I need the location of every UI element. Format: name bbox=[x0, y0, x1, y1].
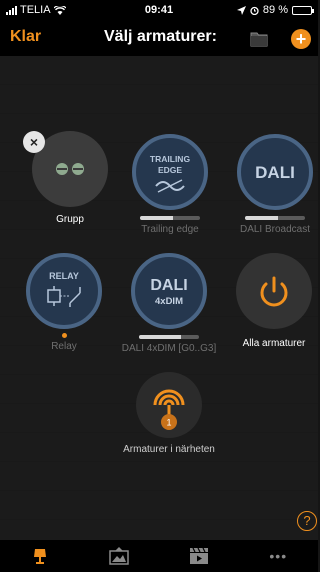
add-button[interactable]: + bbox=[291, 29, 311, 49]
tile-dali-4xdim-label: DALI 4xDIM [G0..G3] bbox=[121, 343, 217, 354]
tile-alla-armaturer-label: Alla armaturer bbox=[242, 338, 306, 349]
nearby-count: 1 bbox=[166, 418, 171, 428]
dali-icon: DALI bbox=[255, 163, 295, 182]
dali-broadcast-level-bar[interactable] bbox=[245, 216, 305, 220]
trailing-edge-icon-text-1: TRAILING bbox=[150, 154, 191, 164]
lamp-icon bbox=[33, 549, 46, 564]
trailing-edge-circle: TRAILING EDGE bbox=[132, 134, 208, 210]
clapperboard-icon bbox=[189, 547, 208, 564]
power-icon bbox=[260, 276, 288, 307]
close-icon[interactable]: × bbox=[23, 131, 45, 153]
done-button[interactable]: Klar bbox=[10, 28, 41, 46]
tile-trailing-edge-label: Trailing edge bbox=[141, 224, 199, 235]
tile-dali-broadcast[interactable]: DALI DALI Broadcast bbox=[230, 134, 320, 235]
alla-armaturer-circle bbox=[236, 253, 312, 329]
fixture-grid: Grupp × TRAILING EDGE Trailing edge DALI… bbox=[0, 56, 318, 540]
trailing-edge-icon: TRAILING EDGE bbox=[150, 154, 191, 193]
tile-dali-4xdim[interactable]: DALI 4xDIM DALI 4xDIM [G0..G3] bbox=[119, 253, 219, 354]
nearby-signal-icon: 1 bbox=[153, 389, 185, 430]
tile-nearby-label: Armaturer i närheten bbox=[123, 444, 215, 455]
tile-grupp-label: Grupp bbox=[56, 214, 84, 225]
tab-scenes[interactable] bbox=[80, 540, 160, 572]
tile-relay[interactable]: RELAY Relay bbox=[19, 253, 109, 352]
battery-icon bbox=[292, 5, 314, 15]
tab-bar: ••• bbox=[0, 540, 318, 572]
relay-circle: RELAY bbox=[26, 253, 102, 329]
navigation-bar: Klar Välj armaturer: + bbox=[0, 20, 318, 56]
relay-icon: RELAY bbox=[47, 271, 81, 307]
status-bar: TELIA 09:41 89 % bbox=[0, 0, 318, 20]
trailing-edge-level-bar[interactable] bbox=[140, 216, 200, 220]
nearby-circle: 1 bbox=[136, 372, 202, 438]
relay-status-dot bbox=[61, 333, 67, 338]
dali-broadcast-icon-text: DALI bbox=[255, 163, 295, 182]
more-icon: ••• bbox=[269, 548, 288, 564]
dali-4xdim-circle: DALI 4xDIM bbox=[131, 253, 207, 329]
location-arrow-icon bbox=[236, 5, 246, 15]
page-title: Välj armaturer: bbox=[104, 28, 217, 45]
scene-picture-icon bbox=[109, 547, 129, 565]
tab-sequences[interactable] bbox=[159, 540, 239, 572]
dali-broadcast-circle: DALI bbox=[237, 134, 313, 210]
tab-lamps[interactable] bbox=[0, 540, 80, 572]
alarm-icon bbox=[250, 6, 259, 15]
status-right: 89 % bbox=[236, 4, 314, 16]
folder-icon[interactable] bbox=[250, 31, 268, 47]
tab-more[interactable]: ••• bbox=[239, 540, 319, 572]
tile-relay-label: Relay bbox=[51, 341, 77, 352]
dali-4xdim-icon: DALI 4xDIM bbox=[150, 277, 187, 307]
tile-trailing-edge[interactable]: TRAILING EDGE Trailing edge bbox=[125, 134, 215, 235]
battery-percent: 89 % bbox=[262, 4, 288, 16]
help-button[interactable]: ? bbox=[297, 511, 317, 531]
tile-alla-armaturer[interactable]: Alla armaturer bbox=[229, 253, 319, 349]
trailing-edge-icon-text-2: EDGE bbox=[158, 165, 182, 175]
dali-4xdim-level-bar[interactable] bbox=[139, 335, 199, 339]
relay-icon-text: RELAY bbox=[49, 271, 79, 281]
dali-4xdim-icon-text-2: 4xDIM bbox=[155, 296, 183, 307]
tile-dali-broadcast-label: DALI Broadcast bbox=[239, 224, 311, 235]
dali-4xdim-icon-text-1: DALI bbox=[150, 277, 187, 294]
tile-nearby[interactable]: 1 Armaturer i närheten bbox=[114, 372, 224, 455]
